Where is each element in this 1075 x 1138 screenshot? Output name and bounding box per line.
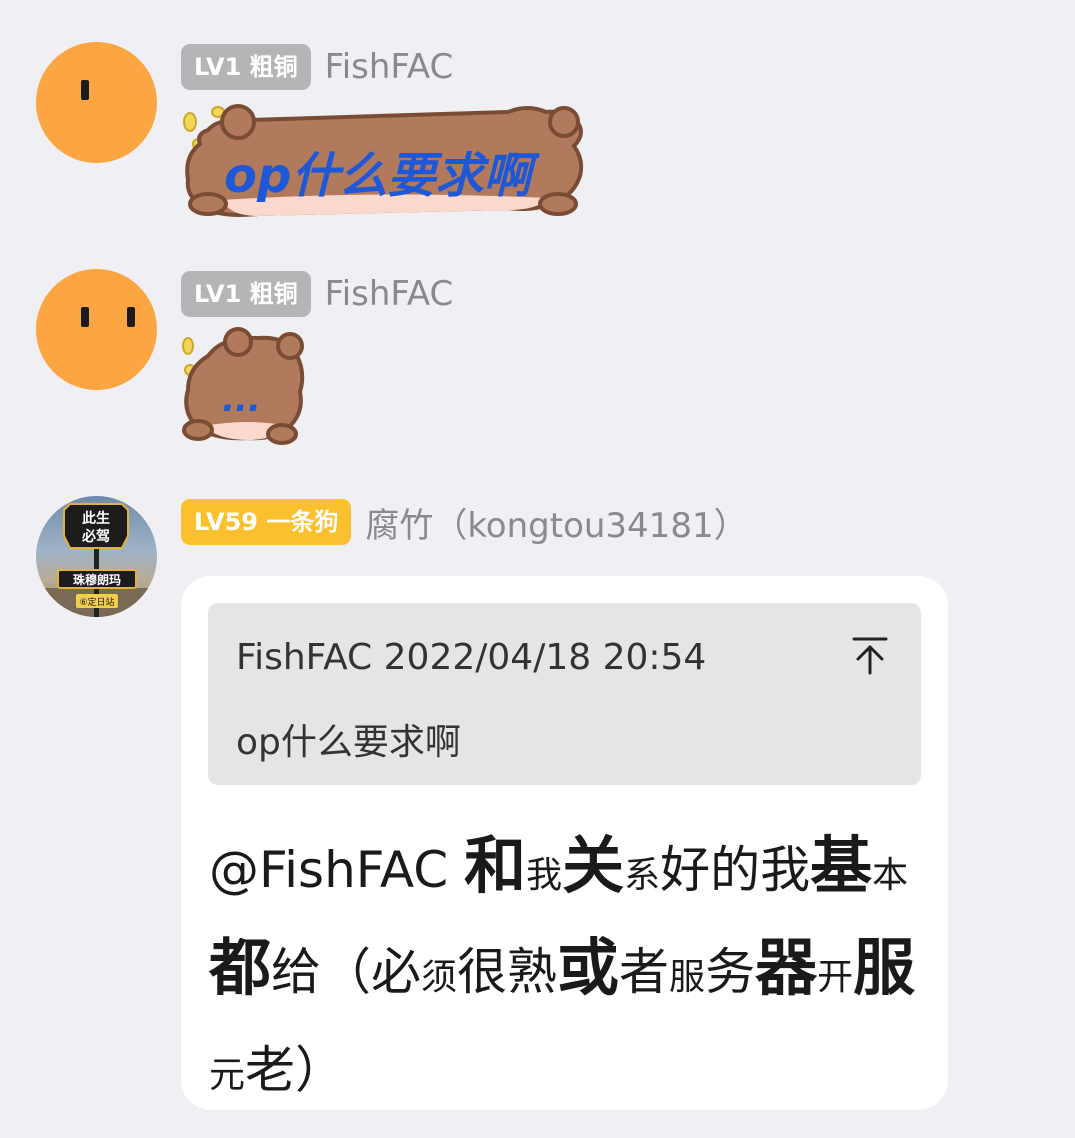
reply-segment: 给（必 — [271, 943, 422, 1001]
reply-segment: @FishFAC — [209, 841, 465, 899]
arrow-up-to-top-icon[interactable] — [848, 633, 892, 677]
reply-segment: 本 — [872, 855, 909, 896]
reply-segment: 老） — [245, 1041, 346, 1099]
sign-top2-text: 必驾 — [81, 528, 110, 545]
quote-text: op什么要求啊 — [236, 722, 461, 763]
avatar-eye — [81, 307, 89, 327]
username[interactable]: FishFAC — [325, 47, 454, 87]
message-header: LV1 粗铜 FishFAC — [181, 271, 453, 317]
message-header: LV59 一条狗 腐竹（kongtou34181） — [181, 498, 748, 547]
level-badge: LV59 一条狗 — [181, 499, 352, 545]
quoted-message[interactable]: FishFAC 2022/04/18 20:54 op什么要求啊 — [208, 603, 921, 785]
avatar-eye — [127, 307, 135, 327]
avatar-eye — [81, 80, 89, 100]
level-badge: LV1 粗铜 — [181, 44, 311, 90]
username[interactable]: FishFAC — [325, 274, 454, 314]
reply-segment: 者 — [619, 943, 670, 1001]
reply-segment: 基 — [810, 829, 873, 902]
sign-main-text: 珠穆朗玛 — [73, 572, 121, 587]
reply-segment: 服 — [853, 931, 916, 1004]
reply-segment: 服 — [669, 957, 706, 998]
sticker-text: ... — [222, 380, 261, 420]
reply-segment: 好的我 — [660, 841, 811, 899]
reply-segment: 和 — [464, 829, 527, 902]
reply-segment: 元 — [209, 1055, 246, 1096]
username[interactable]: 腐竹（kongtou34181） — [365, 498, 747, 547]
bear-sticker[interactable]: op什么要求啊 — [178, 100, 590, 222]
sign-bottom-text: ⑥定日站 — [79, 596, 114, 608]
reply-segment: 都 — [209, 931, 272, 1004]
avatar[interactable] — [36, 269, 157, 390]
reply-segment: 务 — [705, 943, 756, 1001]
reply-segment: 系 — [624, 855, 661, 896]
reply-segment: 或 — [557, 931, 620, 1004]
sticker-text: op什么要求啊 — [224, 148, 532, 204]
message-bubble[interactable]: FishFAC 2022/04/18 20:54 op什么要求啊 @FishFA… — [181, 576, 948, 1110]
avatar[interactable] — [36, 42, 157, 163]
avatar-sign-graphic: 此生 必驾 珠穆朗玛 ⑥定日站 — [36, 503, 157, 617]
bear-sticker[interactable]: ... — [178, 326, 308, 448]
sign-top-text: 此生 — [82, 510, 110, 527]
reply-text: @FishFAC 和我关系好的我基本都给（必须很熟或者服务器开服元老） — [209, 820, 929, 1122]
quote-meta: FishFAC 2022/04/18 20:54 — [236, 637, 707, 678]
reply-segment: 很熟 — [457, 943, 558, 1001]
reply-segment: 器 — [755, 931, 818, 1004]
level-badge: LV1 粗铜 — [181, 271, 311, 317]
reply-segment: 开 — [817, 957, 854, 998]
reply-segment: 我 — [526, 855, 563, 896]
message-header: LV1 粗铜 FishFAC — [181, 44, 453, 90]
reply-segment: 须 — [421, 957, 458, 998]
avatar[interactable]: 此生 必驾 珠穆朗玛 ⑥定日站 — [36, 496, 157, 617]
reply-segment: 关 — [562, 829, 625, 902]
